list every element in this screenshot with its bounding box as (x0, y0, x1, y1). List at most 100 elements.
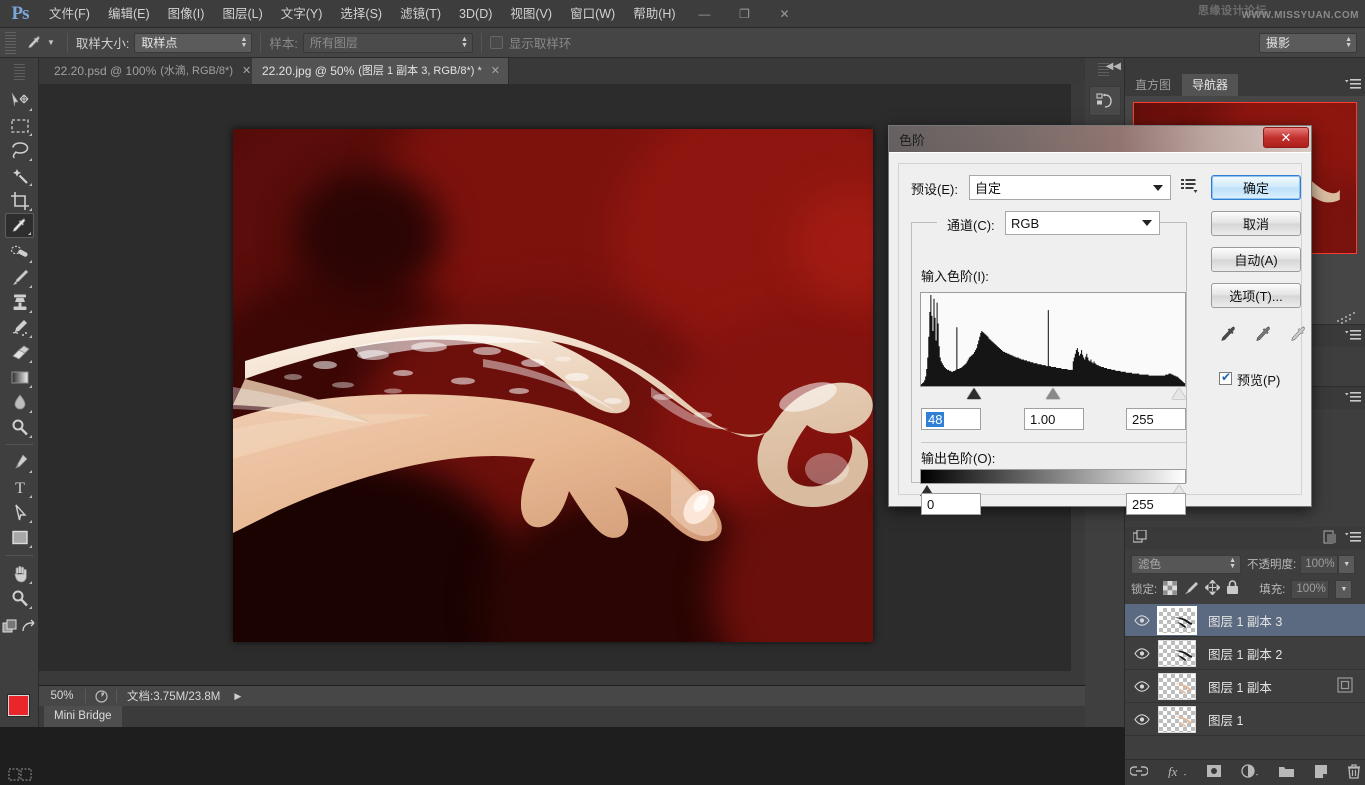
layer-visibility-toggle[interactable] (1125, 648, 1158, 659)
canvas-horizontal-scrollbar[interactable] (39, 670, 1070, 685)
minimize-button[interactable]: — (685, 2, 725, 26)
panel-menu-icon[interactable] (1345, 391, 1361, 407)
options-bar-grip[interactable] (5, 32, 16, 54)
layer-visibility-toggle[interactable] (1125, 615, 1158, 626)
sample-size-select[interactable]: 取样点 ▲▼ (134, 33, 252, 53)
move-tool[interactable] (5, 88, 34, 113)
output-black-field[interactable]: 0 (921, 493, 981, 515)
hand-tool[interactable] (5, 561, 34, 586)
sample-select[interactable]: 所有图层 ▲▼ (303, 33, 473, 53)
tool-preset-chevron-icon[interactable]: ▼ (47, 38, 55, 47)
document-tab-jpg[interactable]: 22.20.jpg @ 50% (图层 1 副本 3, RGB/8*) * ✕ (252, 58, 509, 84)
layer-visibility-toggle[interactable] (1125, 681, 1158, 692)
preset-select[interactable]: 自定 (969, 175, 1171, 200)
highlight-input-slider[interactable] (1172, 388, 1186, 399)
adjustment-icon[interactable] (1241, 764, 1259, 781)
new-layer-icon[interactable] (1314, 764, 1328, 781)
histogram[interactable] (920, 292, 1186, 387)
lock-position-icon[interactable] (1205, 580, 1220, 598)
black-point-eyedropper-icon[interactable] (1217, 324, 1239, 349)
rectangular-marquee-tool[interactable] (5, 113, 34, 138)
crop-tool[interactable] (5, 188, 34, 213)
panel-menu-icon[interactable] (1345, 531, 1361, 547)
options-button[interactable]: 选项(T)... (1211, 283, 1301, 308)
eraser-tool[interactable] (5, 340, 34, 365)
fill-value[interactable]: 100% (1291, 580, 1329, 599)
document-tab-psd[interactable]: 22.20.psd @ 100% (水滴, RGB/8*) ✕ (44, 58, 260, 84)
menu-3d[interactable]: 3D(D) (450, 0, 501, 28)
close-icon[interactable]: ✕ (491, 58, 500, 84)
opacity-value[interactable]: 100% (1300, 555, 1338, 574)
link-icon[interactable] (1130, 765, 1148, 780)
mask-icon[interactable] (1206, 764, 1222, 781)
ok-button[interactable]: 确定 (1211, 175, 1301, 200)
cancel-button[interactable]: 取消 (1211, 211, 1301, 236)
menu-select[interactable]: 选择(S) (331, 0, 391, 28)
history-brush-tool[interactable] (5, 315, 34, 340)
menu-type[interactable]: 文字(Y) (272, 0, 332, 28)
proof-colors-icon[interactable] (86, 690, 116, 703)
menu-filter[interactable]: 滤镜(T) (391, 0, 450, 28)
lock-all-icon[interactable] (1226, 580, 1239, 598)
lock-image-icon[interactable] (1183, 581, 1199, 598)
healing-brush-tool[interactable] (5, 240, 34, 265)
white-point-eyedropper-icon[interactable] (1287, 324, 1309, 349)
layer-thumbnail[interactable] (1158, 706, 1196, 733)
input-highlight-field[interactable]: 255 (1126, 408, 1186, 430)
layer-thumbnail[interactable] (1158, 607, 1196, 634)
gray-point-eyedropper-icon[interactable] (1252, 324, 1274, 349)
auto-button[interactable]: 自动(A) (1211, 247, 1301, 272)
table-row[interactable]: 图层 1 副本 2 (1125, 637, 1365, 670)
output-white-field[interactable]: 255 (1126, 493, 1186, 515)
magic-wand-tool[interactable] (5, 163, 34, 188)
layers-icon[interactable] (1133, 530, 1149, 548)
foreground-color-swatch[interactable] (8, 695, 29, 716)
table-row[interactable]: 图层 1 副本 3 (1125, 604, 1365, 637)
mini-bridge-tab[interactable]: Mini Bridge (44, 706, 122, 727)
workspace-select[interactable]: 摄影 ▲▼ (1259, 33, 1357, 53)
menu-edit[interactable]: 编辑(E) (99, 0, 159, 28)
gradient-tool[interactable] (5, 365, 34, 390)
menu-help[interactable]: 帮助(H) (624, 0, 684, 28)
status-menu-arrow-icon[interactable]: ▶ (234, 691, 241, 702)
eyedropper-icon[interactable] (21, 31, 47, 55)
input-levels-sliders[interactable] (920, 388, 1186, 401)
type-tool[interactable]: T (5, 475, 34, 500)
close-button[interactable]: ✕ (765, 2, 805, 26)
zoom-level-field[interactable]: 50% (39, 690, 85, 702)
toolbar-grip[interactable] (14, 64, 25, 80)
fx-icon[interactable]: fx (1167, 764, 1187, 781)
menu-view[interactable]: 视图(V) (501, 0, 561, 28)
levels-dialog[interactable]: 色阶 ✕ 预设(E): 自定 通道 (888, 125, 1312, 507)
table-row[interactable]: 图层 1 (1125, 703, 1365, 736)
document-canvas[interactable] (233, 129, 873, 642)
panel-menu-icon[interactable] (1345, 329, 1361, 345)
rectangle-shape-tool[interactable] (5, 525, 34, 550)
layer-thumbnail[interactable] (1158, 673, 1196, 700)
menu-image[interactable]: 图像(I) (159, 0, 214, 28)
path-selection-tool[interactable] (5, 500, 34, 525)
layer-thumbnail[interactable] (1158, 640, 1196, 667)
fill-dropdown-icon[interactable]: ▼ (1335, 580, 1352, 599)
input-shadow-field[interactable]: 48 (921, 408, 981, 430)
preview-checkbox[interactable] (1219, 372, 1232, 385)
lasso-tool[interactable] (5, 138, 34, 163)
blur-tool[interactable] (5, 390, 34, 415)
tab-navigator[interactable]: 导航器 (1182, 74, 1238, 96)
trash-icon[interactable] (1347, 764, 1361, 782)
input-gamma-field[interactable]: 1.00 (1024, 408, 1084, 430)
quick-mask-shape-icon[interactable] (2, 614, 20, 639)
brush-tool[interactable] (5, 265, 34, 290)
close-icon[interactable]: ✕ (242, 58, 251, 84)
table-row[interactable]: 图层 1 副本 (1125, 670, 1365, 703)
opacity-dropdown-icon[interactable]: ▼ (1338, 555, 1355, 574)
preset-list-icon[interactable] (1181, 178, 1199, 197)
menu-window[interactable]: 窗口(W) (561, 0, 624, 28)
zoom-tool[interactable] (5, 586, 34, 611)
clone-stamp-tool[interactable] (5, 290, 34, 315)
channels-icon[interactable] (1323, 530, 1337, 548)
folder-icon[interactable] (1278, 765, 1295, 781)
menu-file[interactable]: 文件(F) (40, 0, 99, 28)
dialog-title-bar[interactable]: 色阶 ✕ (889, 126, 1311, 152)
quick-mask-toggle-icon[interactable] (8, 768, 32, 782)
